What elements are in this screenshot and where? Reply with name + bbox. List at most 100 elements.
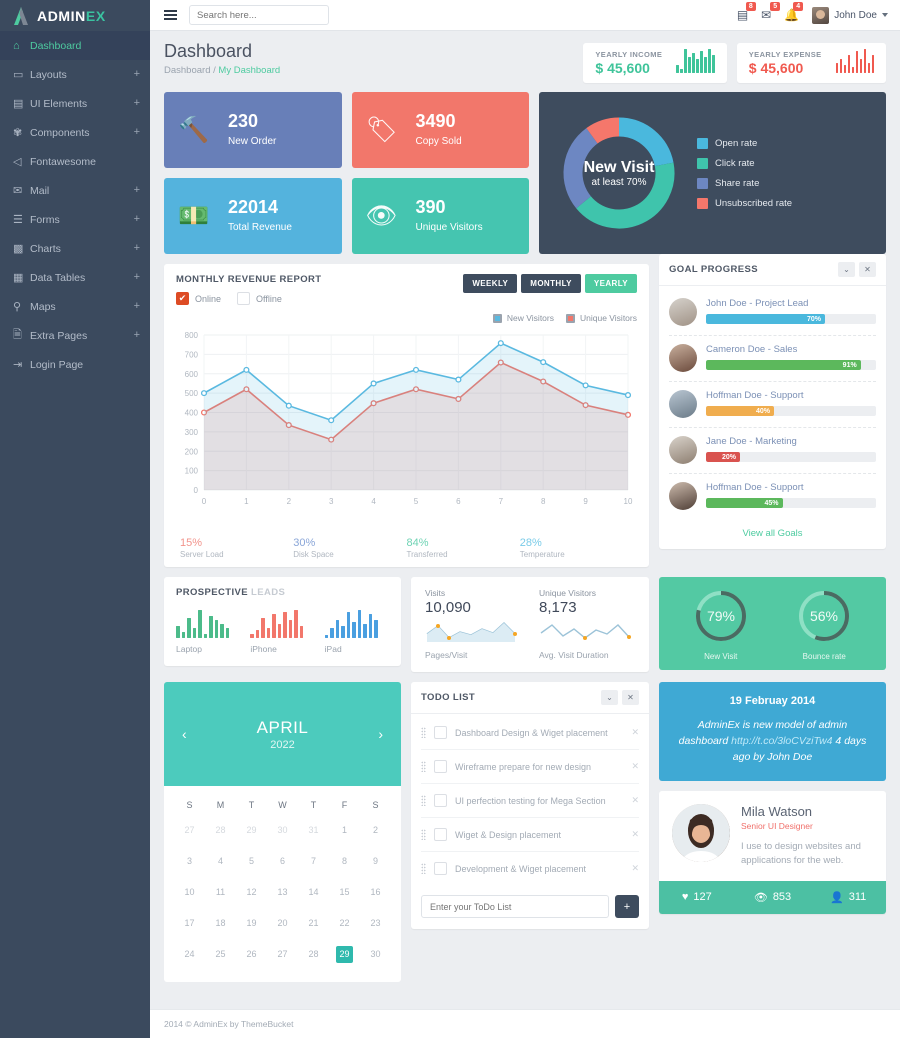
calendar-day[interactable]: 25 (205, 939, 236, 970)
sidebar-item-layouts[interactable]: ▭ Layouts + (0, 60, 150, 89)
brand-logo[interactable]: ADMINEX (0, 0, 150, 31)
calendar-day[interactable]: 30 (360, 939, 391, 970)
calendar-day[interactable]: 22 (329, 908, 360, 939)
drag-handle-icon[interactable] (421, 863, 426, 874)
calendar-day[interactable]: 29 (329, 939, 360, 970)
calendar-day[interactable]: 13 (267, 877, 298, 908)
legend-item[interactable]: Share rate (697, 177, 792, 189)
bell-icon[interactable]: 🔔 4 (784, 2, 804, 22)
profile-name: Mila Watson (741, 804, 813, 820)
page-content: Dashboard Dashboard / My Dashboard YEARL… (150, 31, 900, 999)
svg-text:700: 700 (185, 350, 199, 359)
remove-icon[interactable]: ✕ (631, 795, 639, 806)
sidebar-item-maps[interactable]: ⚲ Maps + (0, 292, 150, 321)
kpi-unique-visitors[interactable]: 👁 390 Unique Visitors (351, 178, 529, 254)
view-all-goals-link[interactable]: View all Goals (659, 519, 886, 549)
tweet-link[interactable]: http://t.co/3loCVziTw4 (731, 735, 832, 747)
calendar-day[interactable]: 4 (205, 846, 236, 877)
calendar-day[interactable]: 2 (360, 815, 391, 846)
kpi-copy-sold[interactable]: 🏷 3490 Copy Sold (351, 92, 529, 168)
sidebar-item-charts[interactable]: ▩ Charts + (0, 234, 150, 263)
calendar-day[interactable]: 20 (267, 908, 298, 939)
range-weekly-button[interactable]: WEEKLY (463, 274, 518, 293)
calendar-table: S M T W T F S 27 28 29 30 31 1 2 3 4 5 6 7 8 9 10 11 12 1… (174, 795, 391, 970)
legend-item[interactable]: Open rate (697, 137, 792, 149)
sidebar-item-forms[interactable]: ☰ Forms + (0, 205, 150, 234)
todo-input[interactable] (421, 895, 609, 918)
calendar-day[interactable]: 27 (174, 815, 205, 846)
prospective-title: PROSPECTIVE LEADS (176, 587, 389, 598)
calendar-day[interactable]: 17 (174, 908, 205, 939)
calendar-day[interactable]: 15 (329, 877, 360, 908)
calendar-day[interactable]: 12 (236, 877, 267, 908)
calendar-day[interactable]: 28 (298, 939, 329, 970)
user-menu[interactable]: John Doe (812, 6, 888, 24)
calendar-day[interactable]: 9 (360, 846, 391, 877)
drag-handle-icon[interactable] (421, 761, 426, 772)
sidebar-item-mail[interactable]: ✉ Mail + (0, 176, 150, 205)
checkbox-offline[interactable]: Offline (237, 292, 282, 305)
calendar-day[interactable]: 31 (298, 815, 329, 846)
todo-checkbox[interactable] (434, 760, 447, 773)
calendar-day[interactable]: 24 (174, 939, 205, 970)
calendar-day[interactable]: 28 (205, 815, 236, 846)
sidebar-item-extra-pages[interactable]: 🗎 Extra Pages + (0, 321, 150, 350)
sidebar-item-data-tables[interactable]: ▦ Data Tables + (0, 263, 150, 292)
remove-icon[interactable]: ✕ (631, 761, 639, 772)
calendar-day[interactable]: 3 (174, 846, 205, 877)
calendar-day[interactable]: 7 (298, 846, 329, 877)
calendar-day[interactable]: 27 (267, 939, 298, 970)
todo-checkbox[interactable] (434, 794, 447, 807)
calendar-day[interactable]: 1 (329, 815, 360, 846)
sidebar-item-login-page[interactable]: ⇥ Login Page (0, 350, 150, 379)
calendar-day[interactable]: 8 (329, 846, 360, 877)
calendar-day[interactable]: 19 (236, 908, 267, 939)
sidebar-item-components[interactable]: ✾ Components + (0, 118, 150, 147)
drag-handle-icon[interactable] (421, 727, 426, 738)
remove-icon[interactable]: ✕ (631, 727, 639, 738)
sidebar-item-ui-elements[interactable]: ▤ UI Elements + (0, 89, 150, 118)
calendar-day[interactable]: 23 (360, 908, 391, 939)
calendar-day[interactable]: 29 (236, 815, 267, 846)
range-monthly-button[interactable]: MONTHLY (521, 274, 581, 293)
stat-percent: 84% (406, 537, 429, 549)
drag-handle-icon[interactable] (421, 795, 426, 806)
sidebar-item-fontawesome[interactable]: ◁ Fontawesome (0, 147, 150, 176)
drag-handle-icon[interactable] (421, 829, 426, 840)
legend-item[interactable]: Click rate (697, 157, 792, 169)
chevron-right-icon[interactable]: › (378, 726, 383, 742)
profile-stat-likes: ♥ 127 (659, 891, 735, 904)
todo-checkbox[interactable] (434, 726, 447, 739)
chevron-down-icon[interactable]: ⌄ (838, 262, 855, 277)
envelope-icon[interactable]: ✉ 5 (761, 2, 781, 22)
calendar-day[interactable]: 18 (205, 908, 236, 939)
todo-checkbox[interactable] (434, 828, 447, 841)
calendar-day[interactable]: 26 (236, 939, 267, 970)
search-input[interactable] (189, 5, 329, 25)
calendar-day[interactable]: 5 (236, 846, 267, 877)
calendar-day[interactable]: 30 (267, 815, 298, 846)
sidebar-item-dashboard[interactable]: ⌂ Dashboard (0, 31, 150, 60)
kpi-new-order[interactable]: 🔨 230 New Order (164, 92, 342, 168)
add-todo-button[interactable]: + (615, 895, 639, 918)
todo-checkbox[interactable] (434, 862, 447, 875)
close-icon[interactable]: ✕ (622, 690, 639, 705)
range-yearly-button[interactable]: YEARLY (584, 274, 637, 293)
remove-icon[interactable]: ✕ (631, 829, 639, 840)
checkbox-online[interactable]: ✔ Online (176, 292, 221, 305)
kpi-total-revenue[interactable]: 💵 22014 Total Revenue (164, 178, 342, 254)
close-icon[interactable]: ✕ (859, 262, 876, 277)
chevron-left-icon[interactable]: ‹ (182, 726, 187, 742)
calendar-day[interactable]: 21 (298, 908, 329, 939)
calendar-day[interactable]: 14 (298, 877, 329, 908)
breadcrumb-root[interactable]: Dashboard (164, 65, 210, 76)
calendar-day[interactable]: 6 (267, 846, 298, 877)
chevron-down-icon[interactable]: ⌄ (601, 690, 618, 705)
tasks-icon[interactable]: ▤ 8 (737, 2, 756, 22)
hamburger-icon[interactable] (162, 8, 179, 22)
legend-item[interactable]: Unsubscribed rate (697, 197, 792, 209)
calendar-day[interactable]: 10 (174, 877, 205, 908)
calendar-day[interactable]: 16 (360, 877, 391, 908)
remove-icon[interactable]: ✕ (631, 863, 639, 874)
calendar-day[interactable]: 11 (205, 877, 236, 908)
